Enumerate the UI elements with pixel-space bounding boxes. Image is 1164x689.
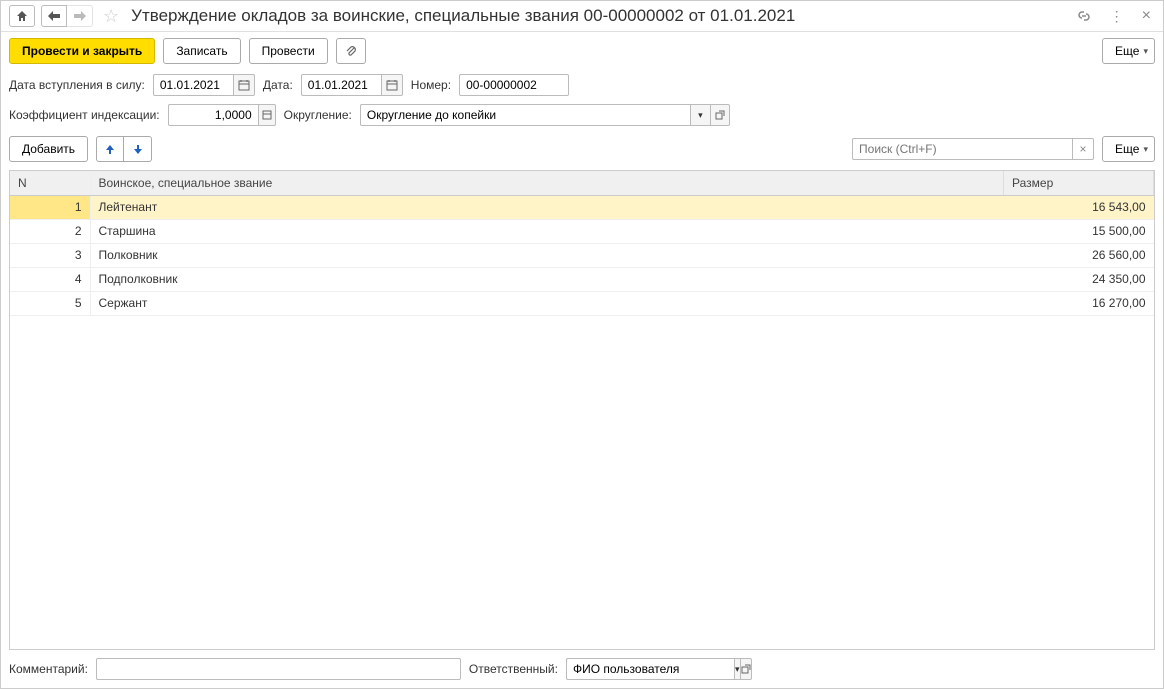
coef-calc-button[interactable]: [258, 104, 276, 126]
table-row[interactable]: 2Старшина15 500,00: [10, 219, 1154, 243]
cell-n: 1: [10, 195, 90, 219]
save-button[interactable]: Записать: [163, 38, 240, 64]
post-button[interactable]: Провести: [249, 38, 328, 64]
rounding-open-button[interactable]: [710, 104, 730, 126]
date-label: Дата:: [263, 78, 293, 92]
cell-title: Старшина: [90, 219, 1004, 243]
arrow-down-icon: [132, 143, 144, 155]
cell-n: 4: [10, 267, 90, 291]
add-button[interactable]: Добавить: [9, 136, 88, 162]
col-header-title[interactable]: Воинское, специальное звание: [90, 171, 1004, 195]
responsible-open-button[interactable]: [740, 658, 752, 680]
favorite-star-icon[interactable]: ☆: [99, 6, 123, 27]
more-button[interactable]: Еще: [1102, 38, 1155, 64]
effective-date-label: Дата вступления в силу:: [9, 78, 145, 92]
effective-date-input[interactable]: [153, 74, 233, 96]
table-row[interactable]: 5Сержант16 270,00: [10, 291, 1154, 315]
search-clear-button[interactable]: ×: [1072, 138, 1094, 160]
calculator-icon: [262, 110, 272, 120]
col-header-size[interactable]: Размер: [1004, 171, 1154, 195]
close-icon[interactable]: ×: [1138, 7, 1155, 25]
table-row[interactable]: 1Лейтенант16 543,00: [10, 195, 1154, 219]
number-input[interactable]: [459, 74, 569, 96]
cell-title: Полковник: [90, 243, 1004, 267]
arrow-up-icon: [104, 143, 116, 155]
kebab-menu-icon[interactable]: ⋮: [1106, 8, 1128, 25]
cell-n: 2: [10, 219, 90, 243]
cell-title: Подполковник: [90, 267, 1004, 291]
link-icon[interactable]: [1072, 8, 1096, 24]
cell-title: Лейтенант: [90, 195, 1004, 219]
page-title: Утверждение окладов за воинские, специал…: [129, 6, 1066, 26]
move-down-button[interactable]: [124, 136, 152, 162]
rounding-label: Округление:: [284, 108, 352, 122]
responsible-input[interactable]: [566, 658, 734, 680]
cell-size: 24 350,00: [1004, 267, 1154, 291]
data-table[interactable]: N Воинское, специальное звание Размер 1Л…: [9, 170, 1155, 650]
calendar-icon: [386, 79, 398, 91]
home-button[interactable]: [9, 5, 35, 27]
paperclip-icon: [344, 44, 358, 58]
responsible-label: Ответственный:: [469, 662, 558, 676]
table-row[interactable]: 4Подполковник24 350,00: [10, 267, 1154, 291]
comment-label: Комментарий:: [9, 662, 88, 676]
attach-button[interactable]: [336, 38, 366, 64]
rounding-select[interactable]: [360, 104, 690, 126]
effective-date-picker-button[interactable]: [233, 74, 255, 96]
cell-size: 16 543,00: [1004, 195, 1154, 219]
cell-size: 26 560,00: [1004, 243, 1154, 267]
cell-size: 16 270,00: [1004, 291, 1154, 315]
open-icon: [715, 110, 725, 120]
number-label: Номер:: [411, 78, 451, 92]
calendar-icon: [238, 79, 250, 91]
table-more-button[interactable]: Еще: [1102, 136, 1155, 162]
post-and-close-button[interactable]: Провести и закрыть: [9, 38, 155, 64]
responsible-dropdown-button[interactable]: ▾: [734, 658, 740, 680]
cell-size: 15 500,00: [1004, 219, 1154, 243]
open-icon: [741, 664, 751, 674]
search-input[interactable]: [852, 138, 1072, 160]
coef-input[interactable]: [168, 104, 258, 126]
date-input[interactable]: [301, 74, 381, 96]
cell-n: 5: [10, 291, 90, 315]
comment-input[interactable]: [96, 658, 461, 680]
cell-n: 3: [10, 243, 90, 267]
rounding-dropdown-button[interactable]: ▾: [690, 104, 710, 126]
cell-title: Сержант: [90, 291, 1004, 315]
back-button[interactable]: [41, 5, 67, 27]
date-picker-button[interactable]: [381, 74, 403, 96]
col-header-n[interactable]: N: [10, 171, 90, 195]
move-up-button[interactable]: [96, 136, 124, 162]
forward-button[interactable]: [67, 5, 93, 27]
coef-label: Коэффициент индексации:: [9, 108, 160, 122]
table-row[interactable]: 3Полковник26 560,00: [10, 243, 1154, 267]
